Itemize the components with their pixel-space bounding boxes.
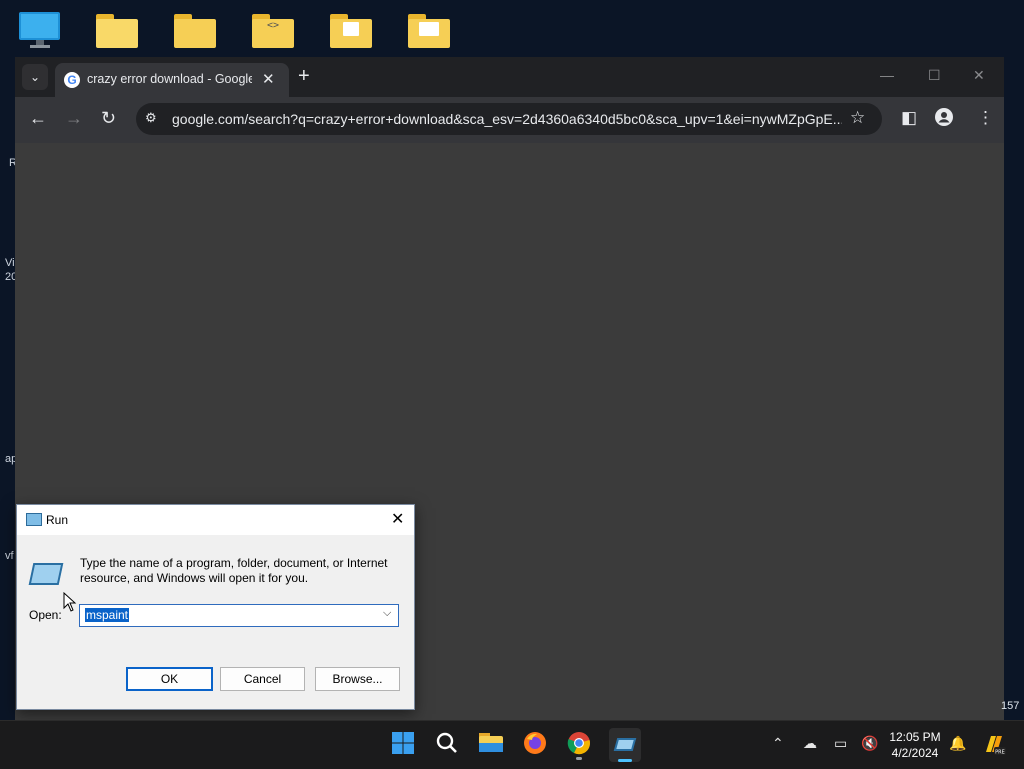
profile-icon[interactable] (935, 108, 953, 131)
taskbar-clock[interactable]: 12:05 PM 4/2/2024 (884, 729, 946, 761)
address-bar[interactable]: ⚙ google.com/search?q=crazy+error+downlo… (136, 103, 882, 135)
google-favicon-icon: G (64, 72, 80, 88)
run-program-icon (28, 563, 64, 585)
open-input[interactable]: mspaint (85, 608, 130, 622)
notification-bell-icon[interactable]: 🔔 (949, 735, 966, 752)
clock-date: 4/2/2024 (891, 746, 939, 760)
pictures-folder-icon[interactable] (330, 14, 372, 48)
svg-text:PRE: PRE (995, 750, 1005, 756)
browse-button[interactable]: Browse... (315, 667, 400, 691)
copilot-pre-icon[interactable]: PRE (982, 732, 1006, 759)
close-icon[interactable]: ✕ (391, 509, 404, 529)
run-icon (26, 513, 42, 526)
onedrive-icon[interactable]: ☁ (803, 735, 817, 752)
desktop-label-fragment: Vi (5, 257, 15, 269)
new-tab-button[interactable]: + (298, 65, 310, 88)
firefox-icon[interactable] (521, 731, 549, 759)
chrome-icon[interactable] (565, 731, 593, 760)
run-taskbar-icon[interactable] (609, 728, 641, 762)
minimize-button[interactable]: — (880, 67, 894, 83)
network-icon[interactable]: ▭ (834, 735, 847, 752)
code-folder-icon[interactable]: <> (252, 14, 294, 48)
folder-icon[interactable] (174, 14, 216, 48)
menu-kebab-icon[interactable]: ⋮ (977, 108, 994, 128)
volume-muted-icon[interactable]: 🔇 (861, 735, 878, 752)
desktop-icons-row: <> (0, 0, 1024, 56)
mouse-cursor-icon (63, 591, 77, 617)
search-icon[interactable] (433, 731, 461, 759)
dialog-title: Run (46, 513, 69, 527)
start-icon[interactable] (389, 731, 417, 759)
folder-icon[interactable] (96, 14, 138, 48)
tab-search-button[interactable]: ⌄ (22, 64, 48, 90)
taskbar: ⌃ ☁ ▭ 🔇 12:05 PM 4/2/2024 🔔 PRE (0, 720, 1024, 769)
run-description: Type the name of a program, folder, docu… (80, 556, 388, 585)
browser-tab[interactable]: G crazy error download - Google Search ✕ (55, 63, 289, 97)
close-window-button[interactable]: ✕ (973, 67, 985, 84)
cancel-button[interactable]: Cancel (220, 667, 305, 691)
open-combobox[interactable]: mspaint ⌵ (79, 604, 399, 627)
desktop-corner-text: 157 (1001, 700, 1020, 712)
chevron-up-icon[interactable]: ⌃ (772, 735, 784, 752)
desktop-label-fragment: vf (5, 550, 14, 562)
maximize-button[interactable]: ☐ (928, 67, 941, 84)
open-label: Open: (29, 608, 62, 622)
site-info-icon[interactable]: ⚙ (145, 110, 161, 126)
tab-title: crazy error download - Google Search (87, 72, 252, 86)
back-icon[interactable]: ← (29, 108, 47, 129)
monitor-icon[interactable] (18, 10, 62, 48)
tab-close-icon[interactable]: ✕ (262, 70, 275, 88)
forward-icon[interactable]: → (65, 108, 83, 129)
reload-icon[interactable]: ↻ (101, 108, 116, 129)
run-titlebar: Run ✕ (17, 505, 414, 535)
clock-time: 12:05 PM (889, 730, 941, 744)
address-url[interactable]: google.com/search?q=crazy+error+download… (172, 111, 842, 127)
documents-folder-icon[interactable] (408, 14, 450, 48)
chevron-down-icon[interactable]: ⌵ (383, 607, 391, 620)
file-explorer-icon[interactable] (477, 731, 505, 759)
browser-toolbar: ← → ↻ ⚙ google.com/search?q=crazy+error+… (15, 97, 1004, 143)
tab-strip: ⌄ G crazy error download - Google Search… (15, 57, 1004, 97)
ok-button[interactable]: OK (126, 667, 213, 691)
bookmark-star-icon[interactable]: ☆ (850, 108, 865, 128)
side-panel-icon[interactable]: ◧ (901, 108, 917, 128)
